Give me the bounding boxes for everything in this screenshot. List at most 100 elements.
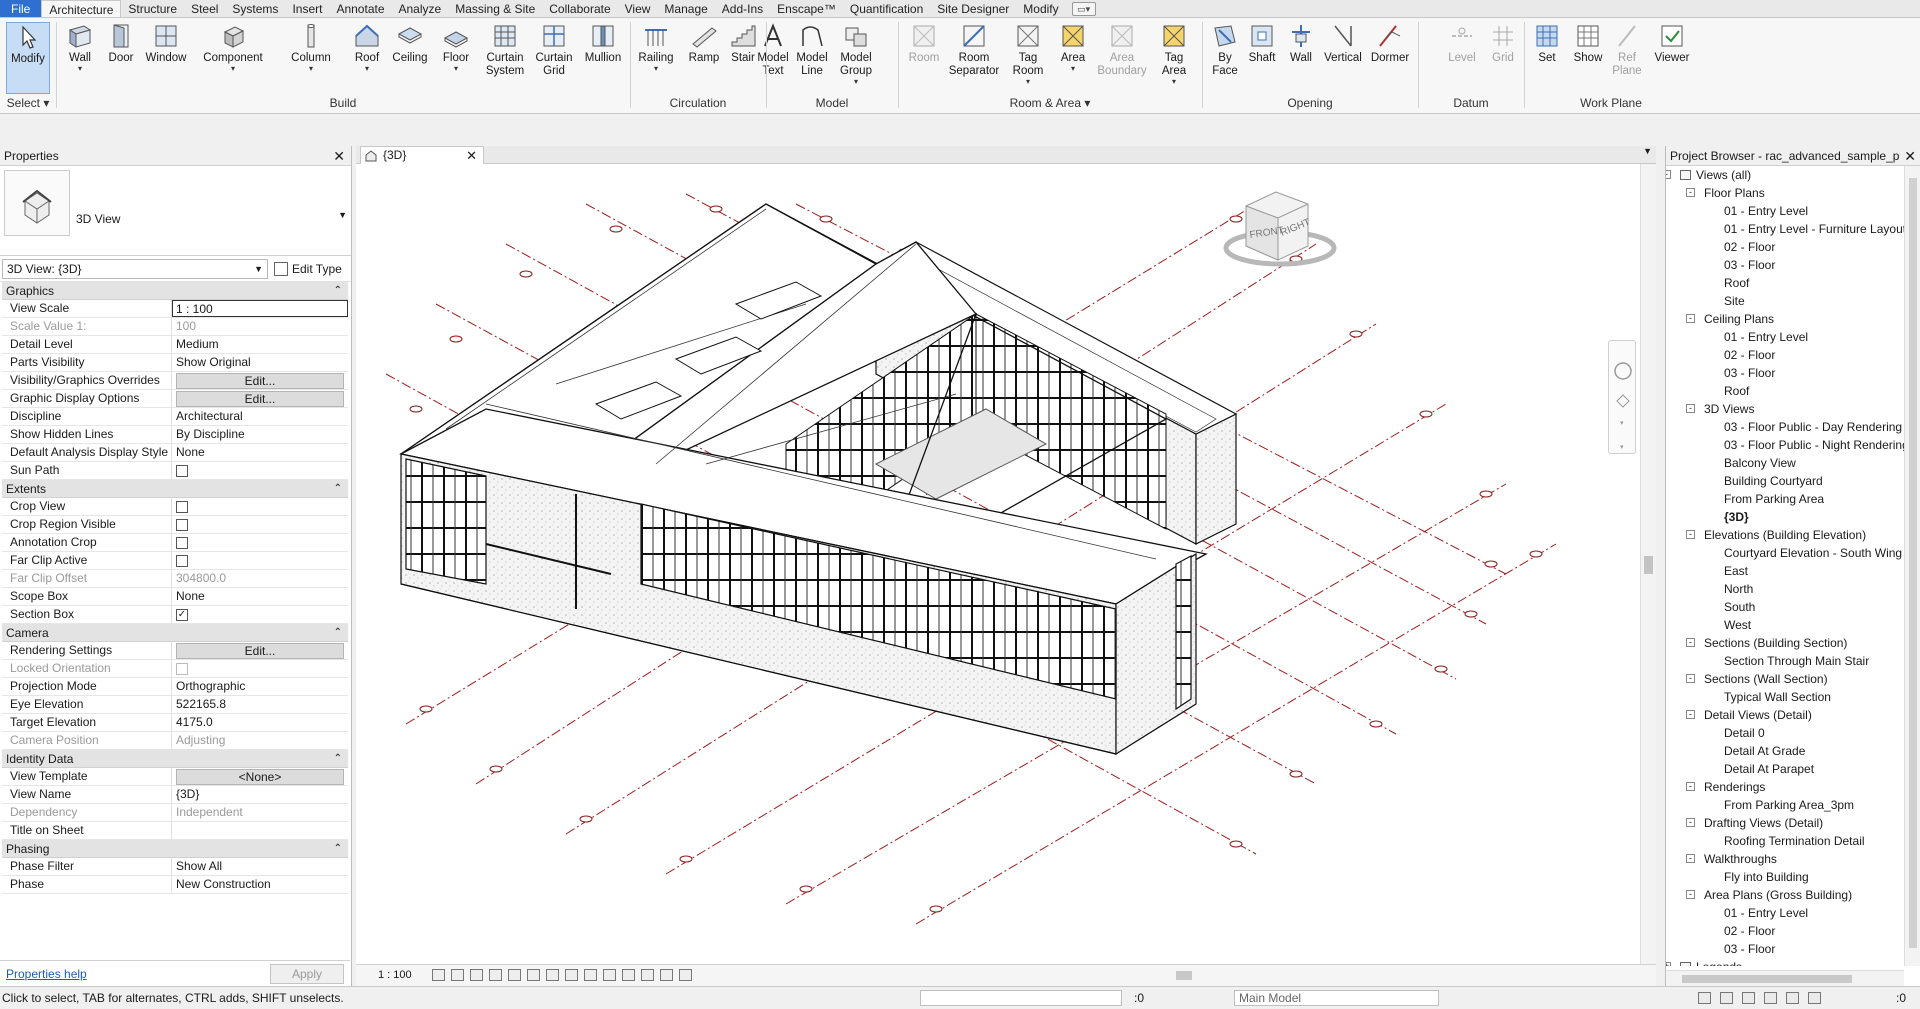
- checkbox[interactable]: [176, 537, 188, 549]
- temporary-hide-icon[interactable]: [584, 969, 597, 981]
- browser-item[interactable]: 02 - Floor: [1666, 238, 1904, 256]
- property-value[interactable]: Show All: [172, 858, 348, 875]
- section-phasing[interactable]: Phasing ⌃: [2, 840, 348, 858]
- select-by-face-icon[interactable]: [1764, 992, 1777, 1004]
- collapse-icon[interactable]: ⌃: [334, 750, 342, 768]
- browser-item[interactable]: 01 - Entry Level: [1666, 904, 1904, 922]
- tag-room-button[interactable]: Tag Room ▾: [1006, 22, 1050, 94]
- tab-modify[interactable]: Modify: [1016, 0, 1065, 17]
- property-value[interactable]: 522165.8: [172, 696, 348, 713]
- browser-item[interactable]: Courtyard Elevation - South Wing: [1666, 544, 1904, 562]
- browser-item[interactable]: 03 - Floor Public - Day Rendering: [1666, 418, 1904, 436]
- browser-group[interactable]: - Ceiling Plans: [1666, 310, 1904, 328]
- tab-collaborate[interactable]: Collaborate: [542, 0, 617, 17]
- collapse-icon[interactable]: ⌃: [334, 840, 342, 858]
- browser-item[interactable]: 01 - Entry Level: [1666, 202, 1904, 220]
- tab-enscape[interactable]: Enscape™: [770, 0, 843, 17]
- section-extents[interactable]: Extents ⌃: [2, 480, 348, 498]
- collapse-icon[interactable]: -: [1686, 530, 1695, 539]
- property-value[interactable]: None: [172, 588, 348, 605]
- rendering-icon[interactable]: [508, 969, 521, 981]
- reveal-hidden-icon[interactable]: [603, 969, 616, 981]
- property-value[interactable]: Orthographic: [172, 678, 348, 695]
- worksharing-display-icon[interactable]: [641, 969, 654, 981]
- roof-button[interactable]: Roof ▾: [350, 22, 384, 94]
- checkbox[interactable]: [176, 501, 188, 513]
- shaft-button[interactable]: Shaft: [1244, 22, 1280, 94]
- steering-wheel-icon[interactable]: [1614, 362, 1632, 380]
- browser-item[interactable]: Roof: [1666, 274, 1904, 292]
- collapse-icon[interactable]: -: [1686, 854, 1695, 863]
- select-underlay-icon[interactable]: [1720, 992, 1733, 1004]
- checkbox[interactable]: [176, 465, 188, 477]
- property-edit-button[interactable]: Edit...: [176, 373, 344, 389]
- collapse-icon[interactable]: -: [1686, 782, 1695, 791]
- browser-item[interactable]: 03 - Floor Public - Night Rendering: [1666, 436, 1904, 454]
- tab-site-designer[interactable]: Site Designer: [930, 0, 1016, 17]
- browser-group[interactable]: - Detail Views (Detail): [1666, 706, 1904, 724]
- browser-item[interactable]: Roofing Termination Detail: [1666, 832, 1904, 850]
- ref-plane-button[interactable]: Ref Plane: [1610, 22, 1644, 94]
- grid-button[interactable]: Grid: [1486, 22, 1520, 94]
- show-workplane-button[interactable]: Show: [1568, 22, 1608, 94]
- detail-level-icon[interactable]: [432, 969, 445, 981]
- browser-item[interactable]: Roof: [1666, 382, 1904, 400]
- tab-massing-site[interactable]: Massing & Site: [448, 0, 542, 17]
- property-value[interactable]: {3D}: [172, 786, 348, 803]
- column-button[interactable]: Column ▾: [286, 22, 336, 94]
- tab-manage[interactable]: Manage: [657, 0, 714, 17]
- level-button[interactable]: Level: [1444, 22, 1480, 94]
- browser-item[interactable]: South: [1666, 598, 1904, 616]
- wall-opening-button[interactable]: Wall: [1284, 22, 1318, 94]
- section-camera[interactable]: Camera ⌃: [2, 624, 348, 642]
- tab-insert[interactable]: Insert: [285, 0, 329, 17]
- by-face-button[interactable]: By Face: [1208, 22, 1242, 94]
- property-value[interactable]: 1 : 100: [172, 300, 348, 317]
- curtain-grid-button[interactable]: Curtain Grid: [532, 22, 576, 94]
- browser-item[interactable]: North: [1666, 580, 1904, 598]
- property-value[interactable]: None: [172, 444, 348, 461]
- ribbon-minimize-button[interactable]: ▭▾: [1071, 2, 1096, 16]
- type-selector[interactable]: 3D View ▼: [0, 166, 351, 256]
- viewer-button[interactable]: Viewer: [1650, 22, 1694, 94]
- edit-type-button[interactable]: Edit Type: [274, 259, 342, 279]
- highlight-displacement-icon[interactable]: [679, 969, 692, 981]
- shadows-icon[interactable]: [489, 969, 502, 981]
- select-links-icon[interactable]: [1698, 992, 1711, 1004]
- property-edit-button[interactable]: Edit...: [176, 643, 344, 659]
- canvas-vertical-scrollbar[interactable]: [1640, 164, 1656, 964]
- model-selector[interactable]: Main Model: [1234, 990, 1439, 1006]
- tab-file[interactable]: File: [0, 0, 42, 17]
- zoom-icon[interactable]: [1616, 394, 1630, 408]
- collapse-icon[interactable]: ⌃: [334, 624, 342, 642]
- model-text-button[interactable]: Model Text: [754, 22, 792, 94]
- property-value[interactable]: Show Original: [172, 354, 348, 371]
- browser-item[interactable]: Typical Wall Section: [1666, 688, 1904, 706]
- tab-architecture[interactable]: Architecture: [41, 0, 122, 17]
- property-value[interactable]: Architectural: [172, 408, 348, 425]
- browser-item[interactable]: 03 - Floor: [1666, 364, 1904, 382]
- property-edit-button[interactable]: Edit...: [176, 391, 344, 407]
- modify-button[interactable]: Modify: [6, 22, 50, 94]
- group-room-area[interactable]: Room & Area ▾: [898, 96, 1202, 110]
- filter-icon[interactable]: [1808, 992, 1821, 1004]
- collapse-icon[interactable]: -: [1666, 170, 1671, 179]
- property-value[interactable]: Medium: [172, 336, 348, 353]
- properties-help-link[interactable]: Properties help: [6, 967, 87, 981]
- scrollbar-thumb[interactable]: [1909, 178, 1917, 948]
- expand-icon[interactable]: +: [1666, 962, 1671, 966]
- view-scale[interactable]: 1 : 100: [378, 965, 412, 985]
- browser-item[interactable]: West: [1666, 616, 1904, 634]
- browser-group[interactable]: + Legends: [1666, 958, 1904, 966]
- property-value[interactable]: [172, 552, 348, 569]
- browser-group[interactable]: - Sections (Wall Section): [1666, 670, 1904, 688]
- property-value[interactable]: [172, 462, 348, 479]
- collapse-icon[interactable]: -: [1686, 674, 1695, 683]
- browser-horizontal-scrollbar[interactable]: [1666, 970, 1904, 986]
- property-edit-button[interactable]: <None>: [176, 769, 344, 785]
- browser-item[interactable]: Detail 0: [1666, 724, 1904, 742]
- collapse-icon[interactable]: -: [1686, 404, 1695, 413]
- collapse-icon[interactable]: -: [1686, 818, 1695, 827]
- tab-view[interactable]: View: [618, 0, 658, 17]
- model-line-button[interactable]: Model Line: [794, 22, 830, 94]
